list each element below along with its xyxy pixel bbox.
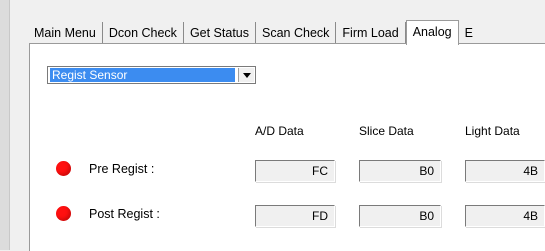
column-header-slice-data: Slice Data (359, 124, 414, 138)
sensor-select-value: Regist Sensor (49, 67, 236, 83)
pre-regist-label: Pre Regist : (89, 162, 155, 176)
tab-strip: Main Menu Dcon Check Get Status Scan Che… (30, 20, 473, 45)
tab-main-menu[interactable]: Main Menu (30, 22, 103, 44)
tab-get-status[interactable]: Get Status (184, 22, 256, 44)
post-regist-indicator-icon (56, 206, 71, 221)
tab-analog[interactable]: Analog (405, 20, 459, 45)
tab-next-truncated[interactable]: E (459, 22, 473, 44)
post-regist-slice-field: B0 (359, 205, 441, 227)
tab-firm-load[interactable]: Firm Load (336, 22, 406, 44)
tab-dcon-check[interactable]: Dcon Check (103, 22, 184, 44)
column-header-light-data: Light Data (465, 124, 520, 138)
post-regist-label: Post Regist : (89, 207, 160, 221)
dropdown-arrow-button[interactable] (238, 68, 254, 82)
left-edge-strip (0, 0, 10, 250)
pre-regist-slice-field: B0 (359, 160, 441, 182)
chevron-down-icon (242, 72, 251, 78)
pre-regist-indicator-icon (56, 161, 71, 176)
tab-scan-check[interactable]: Scan Check (256, 22, 337, 44)
window-top-band (0, 0, 545, 12)
sensor-select-dropdown[interactable]: Regist Sensor (47, 66, 256, 84)
post-regist-light-field: 4B (465, 205, 545, 227)
pre-regist-ad-field: FC (255, 160, 335, 182)
column-header-ad-data: A/D Data (255, 124, 304, 138)
pre-regist-light-field: 4B (465, 160, 545, 182)
post-regist-ad-field: FD (255, 205, 335, 227)
